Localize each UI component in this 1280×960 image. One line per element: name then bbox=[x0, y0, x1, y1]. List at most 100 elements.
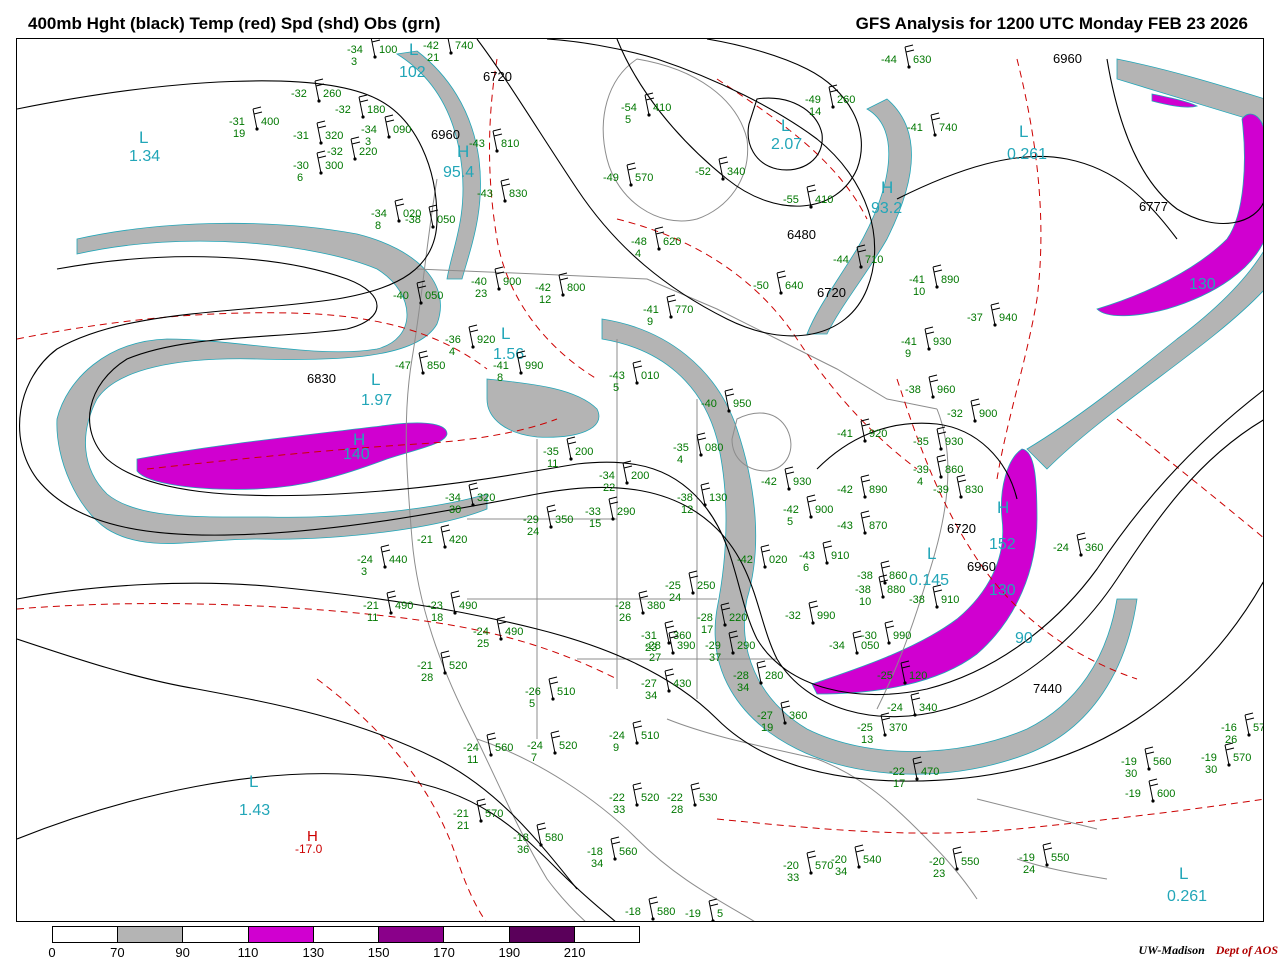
caribbean-outline bbox=[976, 798, 1108, 880]
center-value: 0.261 bbox=[1167, 888, 1207, 905]
obs-height: 410 bbox=[653, 102, 671, 114]
station-obs: -29 350 24 bbox=[523, 504, 573, 538]
obs-height: 200 bbox=[631, 470, 649, 482]
obs-height: 510 bbox=[641, 730, 659, 742]
obs-temperature: -33 bbox=[585, 506, 601, 518]
obs-height: 950 bbox=[733, 398, 751, 410]
obs-temperature: -24 bbox=[609, 730, 625, 742]
station-dot bbox=[489, 753, 493, 757]
station-obs: -38 960 bbox=[905, 374, 955, 399]
obs-temperature: -50 bbox=[753, 280, 769, 292]
obs-temperature: -44 bbox=[881, 54, 897, 66]
obs-dewpoint-depression: 4 bbox=[677, 454, 683, 466]
temp-high-value: -17.0 bbox=[295, 842, 323, 856]
obs-temperature: -21 bbox=[363, 600, 379, 612]
obs-dewpoint-depression: 33 bbox=[787, 872, 799, 884]
obs-dewpoint-depression: 30 bbox=[449, 504, 461, 516]
obs-height: 280 bbox=[765, 670, 783, 682]
legend-swatch bbox=[118, 927, 184, 942]
obs-height: 630 bbox=[913, 54, 931, 66]
obs-temperature: -32 bbox=[947, 408, 963, 420]
obs-temperature: -54 bbox=[621, 102, 637, 114]
station-obs: -23 490 18 bbox=[427, 590, 477, 624]
station-dot bbox=[611, 517, 615, 521]
legend-label: 210 bbox=[563, 945, 586, 960]
station-dot bbox=[499, 637, 503, 641]
station-obs: -18 580 bbox=[625, 896, 675, 921]
legend-label: 90 bbox=[175, 945, 190, 960]
station-dot bbox=[787, 487, 791, 491]
obs-temperature: -19 bbox=[1019, 852, 1035, 864]
obs-temperature: -16 bbox=[1221, 722, 1237, 734]
station-obs: -28 380 26 bbox=[615, 590, 665, 624]
station-dot bbox=[809, 515, 813, 519]
obs-temperature: -22 bbox=[889, 766, 905, 778]
station-dot bbox=[779, 291, 783, 295]
obs-height: 920 bbox=[477, 334, 495, 346]
station-dot bbox=[669, 315, 673, 319]
station-obs: -32 990 bbox=[785, 600, 835, 625]
obs-height: 320 bbox=[325, 130, 343, 142]
obs-height: 250 bbox=[697, 580, 715, 592]
station-obs: -20 540 34 bbox=[831, 844, 881, 878]
obs-height: 910 bbox=[941, 594, 959, 606]
obs-height: 320 bbox=[477, 492, 495, 504]
obs-height: 600 bbox=[1157, 788, 1175, 800]
obs-height: 920 bbox=[869, 428, 887, 440]
obs-height: 990 bbox=[893, 630, 911, 642]
station-dot bbox=[449, 51, 453, 55]
station-dot bbox=[353, 157, 357, 161]
obs-height: 570 bbox=[1253, 722, 1264, 734]
obs-temperature: -19 bbox=[1125, 788, 1141, 800]
obs-temperature: -30 bbox=[293, 160, 309, 172]
station-obs: -21 570 21 bbox=[453, 798, 503, 832]
station-dot bbox=[495, 149, 499, 153]
obs-dewpoint-depression: 12 bbox=[539, 294, 551, 306]
legend-swatch bbox=[53, 927, 119, 942]
station-dot bbox=[387, 135, 391, 139]
obs-temperature: -43 bbox=[609, 370, 625, 382]
obs-temperature: -19 bbox=[685, 908, 701, 920]
station-dot bbox=[935, 285, 939, 289]
obs-dewpoint-depression: 11 bbox=[547, 458, 558, 470]
obs-dewpoint-depression: 26 bbox=[1225, 734, 1237, 746]
obs-dewpoint-depression: 9 bbox=[647, 316, 653, 328]
legend-swatch bbox=[183, 927, 249, 942]
obs-height: 080 bbox=[705, 442, 723, 454]
station-obs: -43 910 6 bbox=[799, 540, 849, 574]
center-letter: L bbox=[249, 772, 258, 791]
obs-temperature: -24 bbox=[473, 626, 489, 638]
obs-height: 260 bbox=[837, 94, 855, 106]
obs-temperature: -18 bbox=[513, 832, 529, 844]
obs-dewpoint-depression: 34 bbox=[737, 682, 749, 694]
obs-temperature: -23 bbox=[427, 600, 443, 612]
station-obs: -54 410 5 bbox=[621, 92, 671, 126]
station-dot bbox=[389, 611, 393, 615]
station-obs: -27 430 34 bbox=[641, 668, 691, 702]
obs-height: 520 bbox=[641, 792, 659, 804]
obs-height: 810 bbox=[501, 138, 519, 150]
obs-temperature: -18 bbox=[587, 846, 603, 858]
obs-dewpoint-depression: 25 bbox=[477, 638, 489, 650]
station-obs: -19 600 bbox=[1125, 778, 1175, 803]
center-letter: L bbox=[1179, 864, 1188, 883]
station-obs: -25 370 13 bbox=[857, 712, 907, 746]
mexico-outline bbox=[476, 738, 755, 921]
station-dot bbox=[935, 605, 939, 609]
station-obs: -38 130 12 bbox=[677, 482, 727, 516]
station-obs: -32 900 bbox=[947, 398, 997, 423]
station-obs: -34 100 3 bbox=[347, 39, 397, 68]
obs-temperature: -32 bbox=[327, 146, 343, 158]
station-dot bbox=[671, 651, 675, 655]
station-obs: -31 320 bbox=[293, 120, 343, 145]
station-dot bbox=[693, 803, 697, 807]
wind-speed-shading bbox=[56, 50, 1263, 775]
obs-dewpoint-depression: 15 bbox=[589, 518, 601, 530]
obs-temperature: -26 bbox=[525, 686, 541, 698]
obs-height: 390 bbox=[677, 640, 695, 652]
station-dot bbox=[551, 697, 555, 701]
obs-height: 850 bbox=[427, 360, 445, 372]
station-dot bbox=[635, 803, 639, 807]
obs-temperature: -42 bbox=[837, 484, 853, 496]
station-dot bbox=[539, 843, 543, 847]
